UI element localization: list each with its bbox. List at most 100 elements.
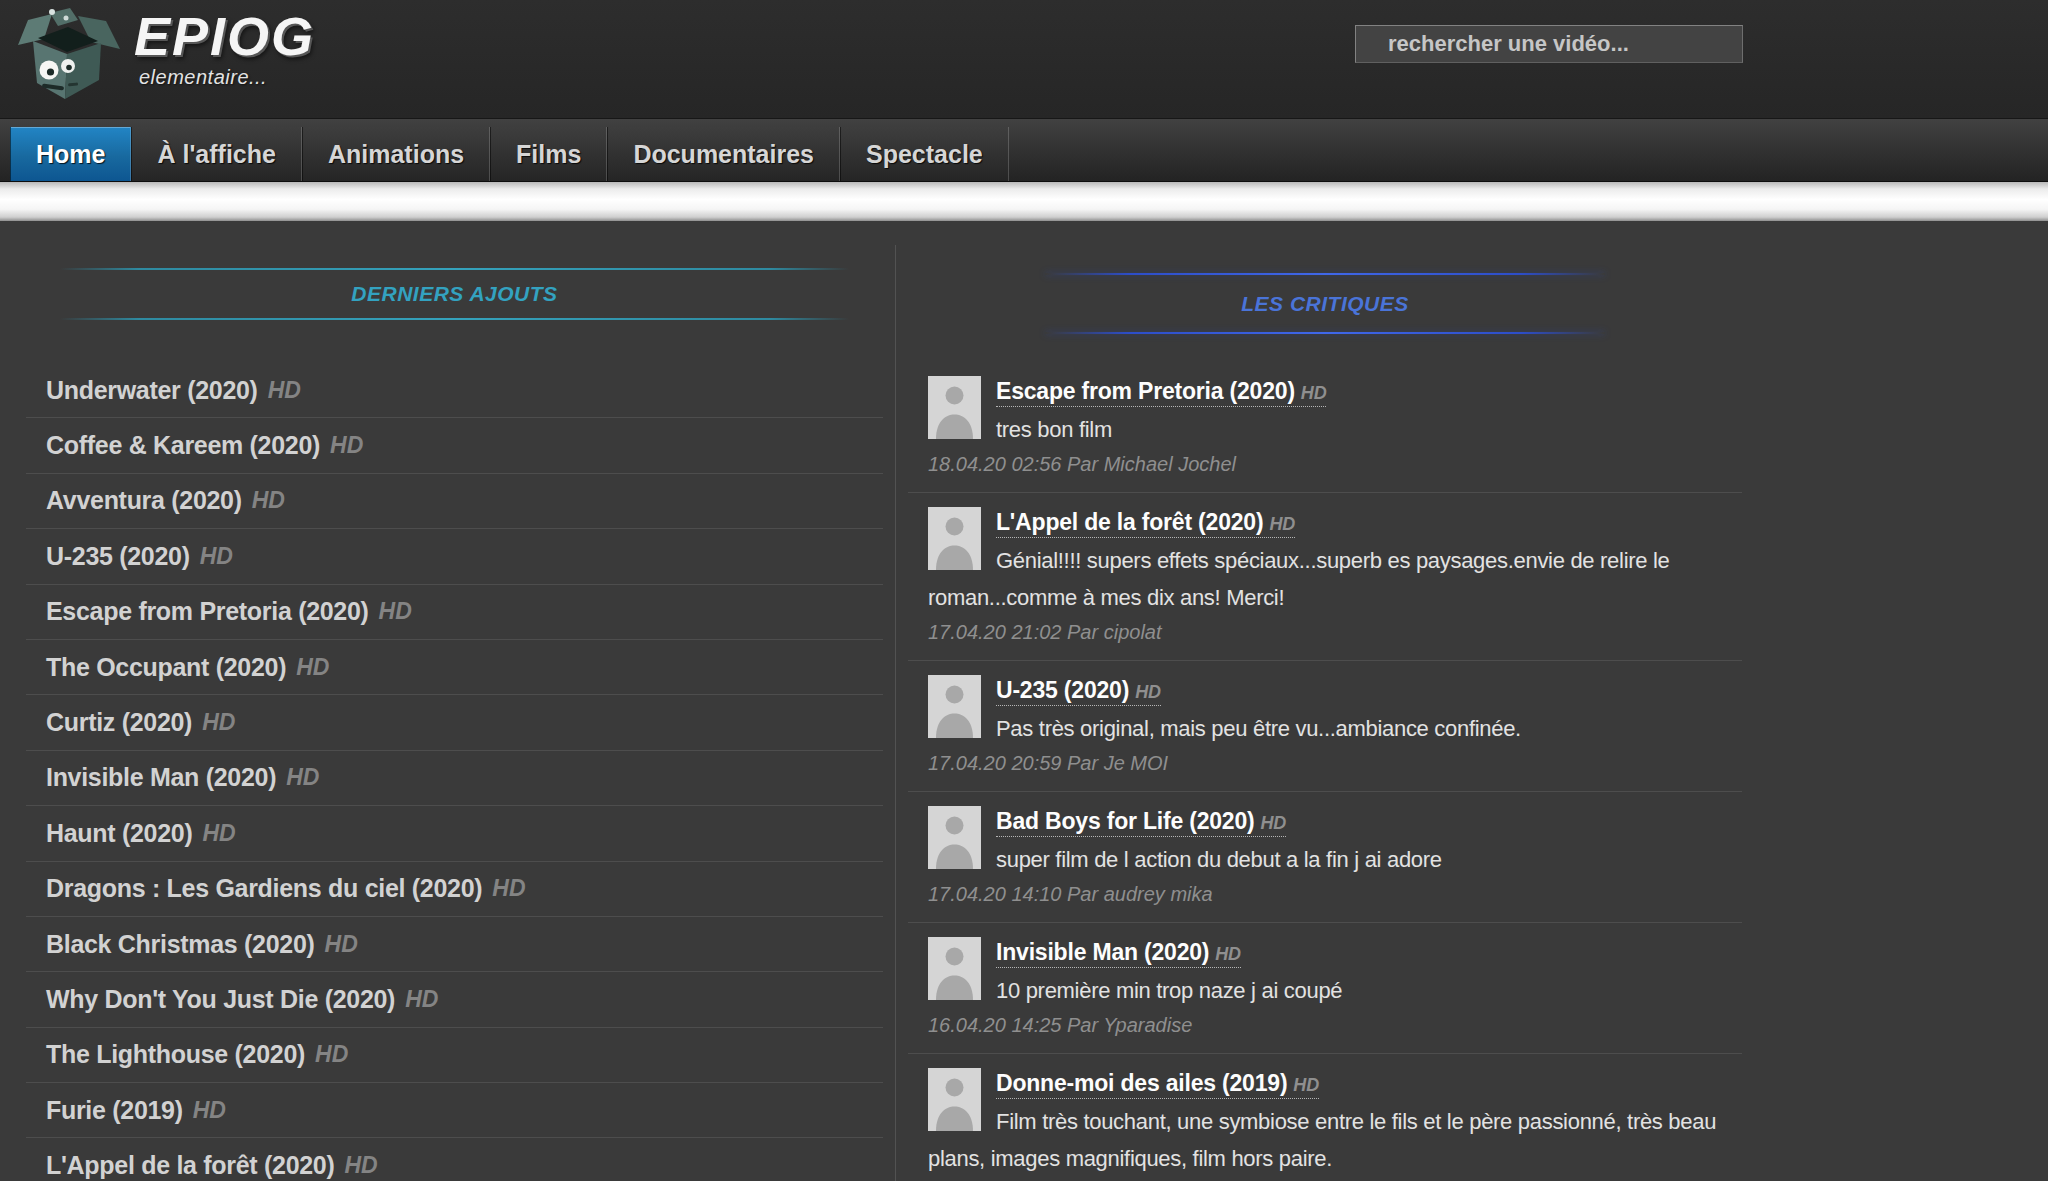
review-title-row: L'Appel de la forêt (2020) HD	[928, 504, 1742, 542]
hd-badge: HD	[1269, 514, 1295, 534]
movie-title-label: Why Don't You Just Die (2020)	[46, 985, 395, 1014]
hd-badge: HD	[202, 820, 235, 847]
review-movie-title: Bad Boys for Life (2020)	[996, 808, 1255, 834]
review-date: 16.04.20 14:25 Par Yparadise	[928, 1009, 1742, 1042]
review-movie-title: U-235 (2020)	[996, 677, 1129, 703]
hd-badge: HD	[1215, 944, 1241, 964]
review-date: 15.04.20 22:31 Par Faure D	[928, 1177, 1742, 1181]
hd-badge: HD	[286, 764, 319, 791]
movie-list-item[interactable]: The Occupant (2020) HD	[26, 640, 883, 695]
movie-title-label: Escape from Pretoria (2020)	[46, 597, 369, 626]
hd-badge: HD	[296, 654, 329, 681]
hd-badge: HD	[268, 377, 301, 404]
review-movie-title: Invisible Man (2020)	[996, 939, 1209, 965]
hd-badge: HD	[1261, 813, 1287, 833]
movie-list-item[interactable]: Avventura (2020) HD	[26, 474, 883, 529]
hd-badge: HD	[1301, 383, 1327, 403]
review-comment: Film très touchant, une symbiose entre l…	[928, 1103, 1742, 1177]
movie-title-label: U-235 (2020)	[46, 542, 190, 571]
review-title-row: Escape from Pretoria (2020) HD	[928, 373, 1742, 411]
hd-badge: HD	[405, 986, 438, 1013]
movie-list-item[interactable]: Invisible Man (2020) HD	[26, 751, 883, 806]
movie-title-label: The Occupant (2020)	[46, 653, 286, 682]
movie-title-label: Avventura (2020)	[46, 486, 242, 515]
review-title-row: Bad Boys for Life (2020) HD	[928, 803, 1742, 841]
movie-list-item[interactable]: The Lighthouse (2020) HD	[26, 1028, 883, 1083]
review-movie-title: Donne-moi des ailes (2019)	[996, 1070, 1287, 1096]
movie-list: Underwater (2020)HDCoffee & Kareem (2020…	[26, 363, 883, 1181]
review-item: Invisible Man (2020) HD 10 première min tr…	[908, 922, 1742, 1053]
review-date: 17.04.20 14:10 Par audrey mika	[928, 878, 1742, 911]
movie-title-label: Coffee & Kareem (2020)	[46, 431, 320, 460]
hd-badge: HD	[252, 487, 285, 514]
movie-title-label: The Lighthouse (2020)	[46, 1040, 305, 1069]
movie-list-item[interactable]: Underwater (2020) HD	[26, 363, 883, 418]
hd-badge: HD	[345, 1152, 378, 1179]
review-movie-link[interactable]: Invisible Man (2020) HD	[996, 939, 1241, 968]
section-line	[1045, 332, 1605, 334]
review-date: 18.04.20 02:56 Par Michael Jochel	[928, 448, 1742, 481]
hd-badge: HD	[1293, 1075, 1319, 1095]
review-item: Donne-moi des ailes (2019) HD Film très to…	[908, 1053, 1742, 1181]
latest-additions-title: DERNIERS AJOUTS	[26, 270, 883, 318]
review-comment: 10 première min trop naze j ai coupé	[928, 972, 1742, 1009]
reviews-section: LES CRITIQUES Escape from Pretoria (2020…	[908, 0, 1742, 1181]
review-title-row: U-235 (2020) HD	[928, 672, 1742, 710]
review-movie-title: Escape from Pretoria (2020)	[996, 378, 1295, 404]
movie-title-label: Furie (2019)	[46, 1096, 183, 1125]
review-title-row: Donne-moi des ailes (2019) HD	[928, 1065, 1742, 1103]
review-item: L'Appel de la forêt (2020) HD Génial!!!! s…	[908, 492, 1742, 660]
movie-list-item[interactable]: Haunt (2020) HD	[26, 806, 883, 861]
hd-badge: HD	[315, 1041, 348, 1068]
review-item: U-235 (2020) HD Pas très original, mais pe…	[908, 660, 1742, 791]
hd-badge: HD	[200, 543, 233, 570]
review-movie-title: L'Appel de la forêt (2020)	[996, 509, 1263, 535]
user-avatar-icon	[928, 507, 981, 570]
review-comment: Génial!!!! supers effets spéciaux...supe…	[928, 542, 1742, 616]
movie-list-item[interactable]: L'Appel de la forêt (2020) HD	[26, 1138, 883, 1181]
section-line	[60, 318, 848, 320]
movie-title-label: Haunt (2020)	[46, 819, 192, 848]
movie-title-label: Underwater (2020)	[46, 376, 258, 405]
movie-list-item[interactable]: Coffee & Kareem (2020) HD	[26, 418, 883, 473]
reviews-title: LES CRITIQUES	[908, 275, 1742, 332]
movie-list-item[interactable]: Curtiz (2020) HD	[26, 695, 883, 750]
review-item: Escape from Pretoria (2020) HD tres bon fi…	[908, 362, 1742, 492]
column-divider	[895, 245, 896, 1181]
movie-list-item[interactable]: Dragons : Les Gardiens du ciel (2020) HD	[26, 862, 883, 917]
movie-title-label: Curtiz (2020)	[46, 708, 192, 737]
review-movie-link[interactable]: Donne-moi des ailes (2019) HD	[996, 1070, 1319, 1099]
movie-title-label: Dragons : Les Gardiens du ciel (2020)	[46, 874, 482, 903]
movie-list-item[interactable]: Furie (2019) HD	[26, 1083, 883, 1138]
hd-badge: HD	[325, 931, 358, 958]
movie-title-label: Invisible Man (2020)	[46, 763, 276, 792]
review-date: 17.04.20 21:02 Par cipolat	[928, 616, 1742, 649]
review-comment: Pas très original, mais peu être vu...am…	[928, 710, 1742, 747]
hd-badge: HD	[1135, 682, 1161, 702]
review-comment: super film de l action du debut a la fin…	[928, 841, 1742, 878]
movie-list-item[interactable]: Black Christmas (2020) HD	[26, 917, 883, 972]
review-title-row: Invisible Man (2020) HD	[928, 934, 1742, 972]
hd-badge: HD	[379, 598, 412, 625]
movie-list-item[interactable]: U-235 (2020) HD	[26, 529, 883, 584]
review-date: 17.04.20 20:59 Par Je MOI	[928, 747, 1742, 780]
hd-badge: HD	[492, 875, 525, 902]
movie-list-item[interactable]: Escape from Pretoria (2020) HD	[26, 585, 883, 640]
latest-additions-section: DERNIERS AJOUTS Underwater (2020)HDCoffe…	[26, 0, 883, 1181]
review-movie-link[interactable]: Escape from Pretoria (2020) HD	[996, 378, 1326, 407]
movie-title-label: L'Appel de la forêt (2020)	[46, 1151, 335, 1180]
hd-badge: HD	[330, 432, 363, 459]
user-avatar-icon	[928, 376, 981, 439]
review-movie-link[interactable]: Bad Boys for Life (2020) HD	[996, 808, 1286, 837]
review-list: Escape from Pretoria (2020) HD tres bon fi…	[908, 362, 1742, 1181]
user-avatar-icon	[928, 1068, 981, 1131]
review-movie-link[interactable]: U-235 (2020) HD	[996, 677, 1161, 706]
hd-badge: HD	[193, 1097, 226, 1124]
review-movie-link[interactable]: L'Appel de la forêt (2020) HD	[996, 509, 1295, 538]
user-avatar-icon	[928, 675, 981, 738]
movie-list-item[interactable]: Why Don't You Just Die (2020) HD	[26, 972, 883, 1027]
hd-badge: HD	[202, 709, 235, 736]
review-comment: tres bon film	[928, 411, 1742, 448]
movie-title-label: Black Christmas (2020)	[46, 930, 315, 959]
user-avatar-icon	[928, 806, 981, 869]
